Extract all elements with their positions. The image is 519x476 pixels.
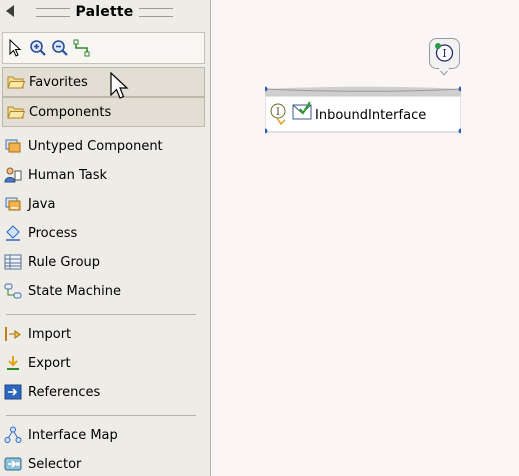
zoom-in-icon[interactable] — [29, 39, 47, 57]
drawer-label-components: Components — [29, 104, 112, 120]
palette-entry-export[interactable]: Export — [4, 351, 204, 375]
references-icon — [4, 384, 22, 400]
grip-right — [139, 7, 174, 17]
select-arrow-icon[interactable] — [7, 39, 25, 57]
palette-separator — [6, 415, 196, 416]
entry-label: Untyped Component — [28, 138, 163, 154]
palette-entry-rule-group[interactable]: Rule Group — [4, 250, 204, 274]
export-icon — [7, 356, 19, 370]
human-task-icon — [4, 167, 22, 183]
assembly-diagram-canvas[interactable]: I I InboundInterface — [211, 0, 519, 476]
entry-label: Export — [28, 355, 71, 371]
entry-label: Rule Group — [28, 254, 101, 270]
palette-title: Palette — [75, 4, 134, 20]
palette-entry-process[interactable]: Process — [4, 221, 204, 245]
grip-left — [35, 7, 70, 17]
palette-entry-references[interactable]: References — [4, 380, 204, 404]
interface-map-icon — [4, 426, 22, 443]
import-icon — [5, 327, 21, 341]
entry-label: References — [28, 384, 101, 400]
rule-group-icon — [4, 254, 22, 270]
interface-marker: I — [276, 107, 280, 118]
entry-label: Interface Map — [28, 427, 118, 443]
palette-entry-java[interactable]: Java — [4, 192, 204, 216]
palette-entry-interface-map[interactable]: Interface Map — [4, 423, 204, 447]
palette-entry-human-task[interactable]: Human Task — [4, 163, 204, 187]
palette: Palette Favorites Components Untyped Com… — [0, 0, 211, 476]
component-name-label: InboundInterface — [315, 108, 427, 123]
drawer-label-favorites: Favorites — [29, 74, 88, 90]
drawer-favorites[interactable]: Favorites — [2, 67, 205, 97]
entry-label: State Machine — [28, 283, 121, 299]
palette-header[interactable]: Palette — [2, 2, 207, 22]
palette-separator — [6, 314, 196, 315]
folder-icon — [7, 76, 25, 89]
collapse-palette-icon[interactable] — [6, 5, 14, 17]
wire-tool-icon[interactable] — [73, 39, 91, 57]
selector-icon — [4, 457, 22, 471]
entry-label: Java — [28, 196, 56, 212]
mouse-cursor-icon — [110, 71, 129, 99]
entry-label: Human Task — [28, 167, 108, 183]
callout-marker: I — [442, 47, 446, 60]
entry-label: Import — [28, 326, 72, 342]
java-icon — [5, 197, 21, 211]
palette-entry-untyped-component[interactable]: Untyped Component — [4, 134, 204, 158]
palette-entry-selector[interactable]: Selector — [4, 452, 204, 476]
zoom-out-icon[interactable] — [51, 39, 69, 57]
untyped-component-icon — [5, 139, 21, 153]
process-icon — [6, 225, 20, 241]
add-interface-callout-icon[interactable]: I — [428, 37, 461, 77]
inbound-interface-component[interactable]: I InboundInterface — [265, 86, 461, 134]
folder-icon — [7, 106, 25, 119]
palette-entry-import[interactable]: Import — [4, 322, 204, 346]
entry-label: Selector — [28, 456, 82, 472]
palette-entry-state-machine[interactable]: State Machine — [4, 279, 204, 303]
palette-tools — [2, 32, 205, 64]
drawer-components[interactable]: Components — [2, 97, 205, 127]
state-machine-icon — [4, 283, 22, 299]
entry-label: Process — [28, 225, 78, 241]
